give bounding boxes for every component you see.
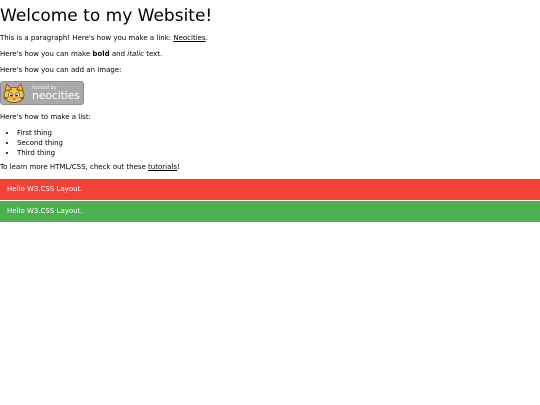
hosted-by-neocities-badge[interactable]: hosted by neocities (0, 81, 84, 105)
format-paragraph-end: text. (143, 50, 163, 58)
green-layout-bar: Hello W3.CSS Layout. (0, 201, 540, 222)
tutorial-paragraph: To learn more HTML/CSS, check out these … (0, 163, 180, 172)
list-intro-text: Here's how to make a list: (0, 113, 91, 121)
tutorial-paragraph-end: ! (176, 163, 180, 171)
red-layout-bar: Hello W3.CSS Layout. (0, 179, 540, 200)
format-paragraph-text: Here's how you can make (0, 50, 93, 58)
list-item: First thing (17, 128, 63, 138)
badge-brand-text: neocities (32, 89, 80, 102)
link-paragraph-end: . (205, 34, 208, 42)
green-bar-text: Hello W3.CSS Layout. (7, 207, 83, 215)
italic-text: italic (127, 50, 144, 58)
link-paragraph: This is a paragraph! Here's how you make… (0, 34, 208, 43)
tutorial-paragraph-text: To learn more HTML/CSS, check out these (0, 163, 149, 171)
image-intro-text: Here's how you can add an image: (0, 66, 122, 74)
list-item: Third thing (17, 148, 63, 158)
bold-text: bold (92, 50, 110, 58)
cat-mascot-icon (3, 83, 25, 103)
tutorials-link[interactable]: tutorials (148, 163, 177, 171)
neocities-link[interactable]: Neocities (173, 34, 205, 42)
format-paragraph: Here's how you can make bold and italic … (0, 50, 162, 59)
link-paragraph-text: This is a paragraph! Here's how you make… (0, 34, 174, 42)
format-paragraph-middle: and (109, 50, 128, 58)
red-bar-text: Hello W3.CSS Layout. (7, 185, 83, 193)
bullet-list: First thing Second thing Third thing (0, 128, 63, 158)
list-item: Second thing (17, 138, 63, 148)
page-title: Welcome to my Website! (0, 6, 213, 26)
